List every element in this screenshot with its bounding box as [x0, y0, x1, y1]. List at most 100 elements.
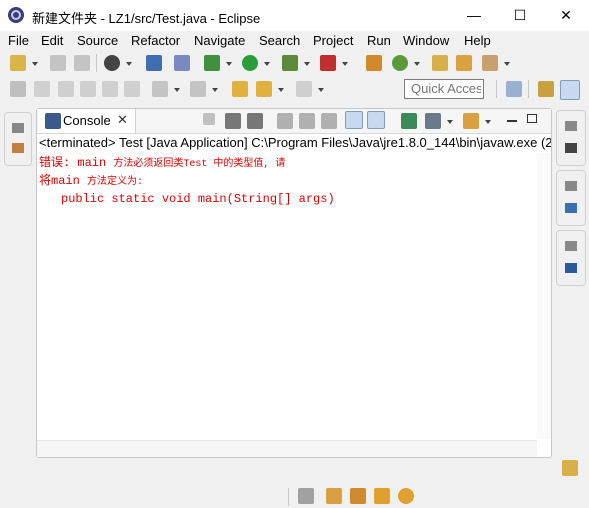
coverage-icon[interactable]: [282, 55, 298, 71]
package-explorer-icon[interactable]: [12, 143, 24, 153]
external-tools-icon[interactable]: [320, 55, 336, 71]
menu-navigate[interactable]: Navigate: [194, 33, 245, 48]
right-minimized-stack-2: [556, 170, 586, 226]
open-console-dropdown-icon[interactable]: [485, 120, 491, 124]
external-tools-dropdown-icon[interactable]: [342, 62, 348, 66]
menu-help[interactable]: Help: [464, 33, 491, 48]
terminal-icon[interactable]: [146, 55, 162, 71]
open-folder-icon[interactable]: [456, 55, 472, 71]
graduation-cap-icon[interactable]: [350, 488, 366, 504]
search-tool-dropdown-icon[interactable]: [504, 62, 510, 66]
close-tab-icon[interactable]: ✕: [117, 112, 128, 128]
open-console-icon[interactable]: [463, 113, 479, 129]
minimize-button[interactable]: —: [451, 0, 497, 31]
console-output: 错误: main 方法必须返回类Test 中的类型值, 请 将main 方法定义…: [39, 155, 335, 207]
run-icon[interactable]: [242, 55, 258, 71]
minimize-view-icon[interactable]: [507, 120, 517, 122]
open-type-icon[interactable]: [432, 55, 448, 71]
restore-icon[interactable]: [565, 181, 577, 191]
perspective-shortcut-icon[interactable]: [562, 460, 578, 476]
menu-refactor[interactable]: Refactor: [131, 33, 180, 48]
left-minimized-stack: [4, 112, 32, 166]
block-selection-icon[interactable]: [80, 81, 96, 97]
display-console-icon[interactable]: [425, 113, 441, 129]
next-annotation-dropdown-icon[interactable]: [174, 88, 180, 92]
console-line-1: 错误: main 方法必须返回类Test 中的类型值, 请: [39, 155, 335, 173]
console-text: 方法必须返回类Test 中的类型值, 请: [113, 159, 286, 170]
pin-console-icon[interactable]: [401, 113, 417, 129]
terminate-icon[interactable]: [203, 113, 215, 125]
back-icon[interactable]: [256, 81, 272, 97]
tab-console[interactable]: Console ✕: [39, 109, 136, 133]
search-tool-icon[interactable]: [482, 55, 498, 71]
magic-wand-icon[interactable]: [374, 488, 390, 504]
new-class-dropdown-icon[interactable]: [414, 62, 420, 66]
right-minimized-stack-1: [556, 110, 586, 166]
menu-file[interactable]: File: [8, 33, 29, 48]
user-icon[interactable]: [104, 55, 120, 71]
main-toolbar: [0, 53, 589, 79]
maximize-view-icon[interactable]: [527, 114, 537, 123]
menu-project[interactable]: Project: [313, 33, 353, 48]
status-bar: [0, 484, 589, 508]
task-list-icon[interactable]: [565, 263, 577, 273]
last-edit-icon[interactable]: [232, 81, 248, 97]
java-ee-perspective-icon[interactable]: [538, 81, 554, 97]
menu-source[interactable]: Source: [77, 33, 118, 48]
remove-all-terminated-icon[interactable]: [247, 113, 263, 129]
eclipse-logo-icon: [8, 7, 24, 23]
restore-icon[interactable]: [565, 121, 577, 131]
restore-icon[interactable]: [12, 123, 24, 133]
menu-window[interactable]: Window: [403, 33, 449, 48]
toggle-mark-icon[interactable]: [58, 81, 74, 97]
prev-annotation-icon[interactable]: [190, 81, 206, 97]
edit-icon[interactable]: [34, 81, 50, 97]
hand-icon[interactable]: [298, 488, 314, 504]
close-button[interactable]: ✕: [543, 0, 589, 31]
remove-launch-icon[interactable]: [225, 113, 241, 129]
outline-icon[interactable]: [565, 143, 577, 153]
console-view: Console ✕ <terminated> Test [Java Applic…: [36, 108, 552, 458]
menu-edit[interactable]: Edit: [41, 33, 63, 48]
skip-breakpoints-icon[interactable]: [174, 55, 190, 71]
word-wrap-console-icon[interactable]: [321, 113, 337, 129]
menu-run[interactable]: Run: [367, 33, 391, 48]
forward-icon[interactable]: [296, 81, 312, 97]
show-stderr-icon[interactable]: [367, 111, 385, 129]
back-dropdown-icon[interactable]: [278, 88, 284, 92]
menu-search[interactable]: Search: [259, 33, 300, 48]
prev-annotation-dropdown-icon[interactable]: [212, 88, 218, 92]
java-perspective-icon[interactable]: [560, 80, 580, 100]
show-whitespace-icon[interactable]: [124, 81, 140, 97]
restore-icon[interactable]: [565, 241, 577, 251]
save-all-icon[interactable]: [74, 55, 90, 71]
coverage-dropdown-icon[interactable]: [304, 62, 310, 66]
console-icon: [45, 113, 61, 129]
new-dropdown-icon[interactable]: [32, 62, 38, 66]
hierarchy-icon[interactable]: [565, 203, 577, 213]
console-process-label: <terminated> Test [Java Application] C:\…: [39, 135, 551, 150]
run-dropdown-icon[interactable]: [264, 62, 270, 66]
vertical-scrollbar[interactable]: [537, 153, 551, 439]
display-console-dropdown-icon[interactable]: [447, 120, 453, 124]
quick-access-input[interactable]: [404, 79, 484, 99]
word-wrap-icon[interactable]: [102, 81, 118, 97]
clear-console-icon[interactable]: [277, 113, 293, 129]
forward-dropdown-icon[interactable]: [318, 88, 324, 92]
map-icon[interactable]: [326, 488, 342, 504]
annotation-icon[interactable]: [10, 81, 26, 97]
package-icon[interactable]: [366, 55, 382, 71]
save-icon[interactable]: [50, 55, 66, 71]
horizontal-scrollbar[interactable]: [37, 440, 537, 457]
new-icon[interactable]: [10, 55, 26, 71]
debug-dropdown-icon[interactable]: [226, 62, 232, 66]
maximize-button[interactable]: ☐: [497, 0, 543, 31]
scroll-lock-icon[interactable]: [299, 113, 315, 129]
new-class-icon[interactable]: [392, 55, 408, 71]
show-stdout-icon[interactable]: [345, 111, 363, 129]
open-perspective-icon[interactable]: [506, 81, 522, 97]
debug-icon[interactable]: [204, 55, 220, 71]
welcome-icon[interactable]: [398, 488, 414, 504]
user-dropdown-icon[interactable]: [126, 62, 132, 66]
next-annotation-icon[interactable]: [152, 81, 168, 97]
